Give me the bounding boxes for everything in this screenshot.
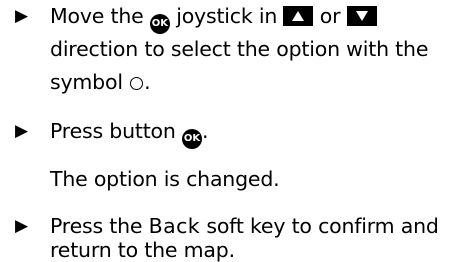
step-2-text-a: Press button (50, 119, 176, 143)
down-arrow-key-icon (346, 6, 377, 26)
step-1-period: . (144, 70, 151, 94)
step-1-text-c: or (319, 4, 341, 28)
step-1-text-a: Move the (50, 4, 144, 28)
result-text: The option is changed. (50, 167, 280, 191)
step-3-line-2: return to the map. (50, 238, 235, 262)
step-2-period: . (202, 119, 209, 143)
step-1-line-2: direction to select the option with the (50, 37, 429, 61)
step-1-text-b: joystick in (176, 4, 278, 28)
bullet-arrow-icon: ▶ (15, 121, 29, 141)
ok-button-icon: OK (149, 14, 170, 34)
step-2-line-1: Press button OK. (50, 119, 209, 149)
up-arrow-key-icon (283, 6, 314, 26)
step-3-text-a: Press the (50, 214, 143, 238)
step-3-line-1: Press the Back soft key to confirm and (50, 214, 439, 238)
step-1-line-3: symbol . (50, 70, 151, 94)
step-1-line-1: Move the OK joystick in or (50, 4, 377, 34)
circle-symbol-icon (130, 77, 144, 90)
step-1-text-symbol: symbol (50, 70, 123, 94)
back-softkey-label: Back (148, 214, 201, 238)
step-3-text-b: soft key to confirm and (206, 214, 439, 238)
ok-button-icon: OK (182, 129, 203, 149)
bullet-arrow-icon: ▶ (15, 6, 29, 26)
bullet-arrow-icon: ▶ (15, 216, 29, 236)
